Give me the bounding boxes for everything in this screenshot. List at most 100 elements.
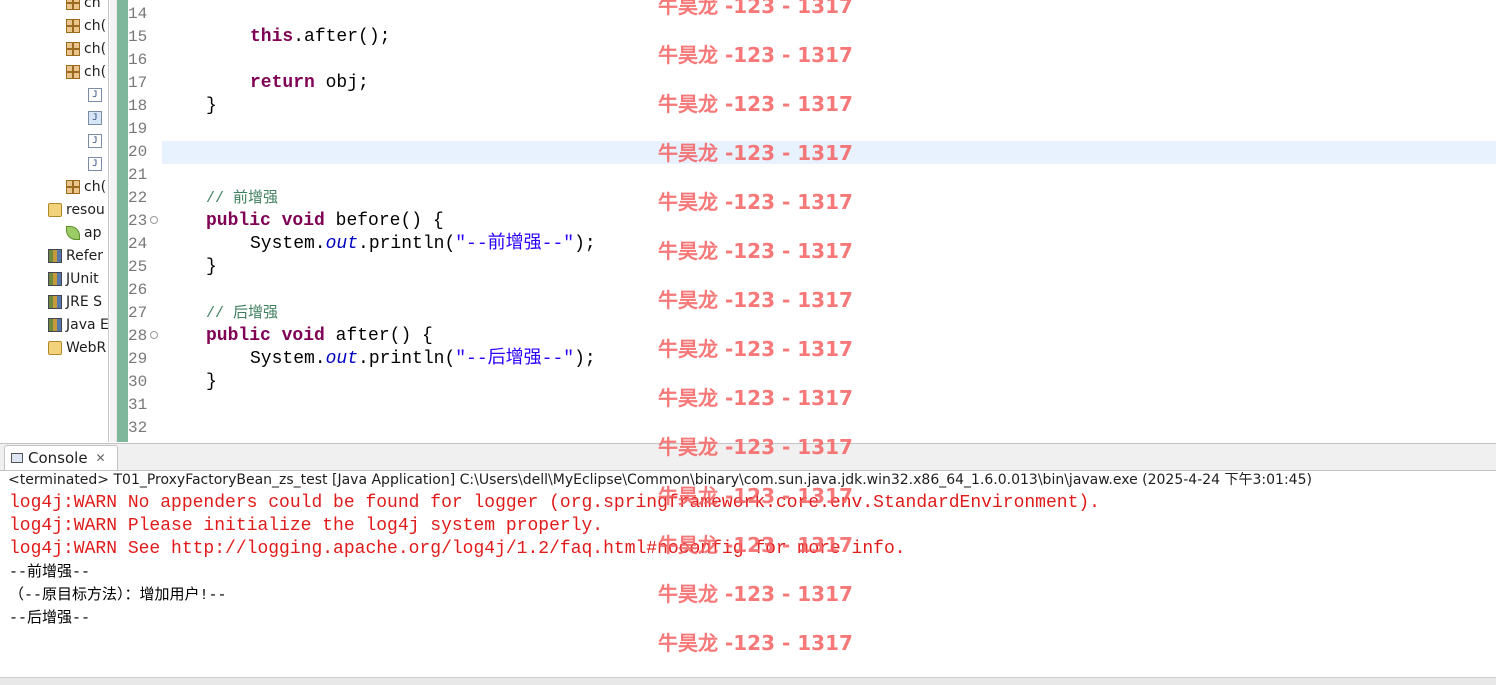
tree-item-java[interactable]: J [88,107,106,129]
line-number: 18 [128,97,148,115]
keyword: void [281,326,325,346]
line-number: 14 [128,5,148,23]
code-text-segment: .after(); [293,27,391,47]
tree-item-label: ch [84,0,101,11]
tree-item-package[interactable]: ch [66,0,101,14]
tree-item-library[interactable]: JUnit [48,268,99,290]
line-number: 16 [128,51,148,69]
watermark-text: 牛昊龙 -123 - 1317 [658,582,853,606]
line-number-gutter: 14 15 16 17 18 19 20 21 22 23 24 25 26 27 28 29 30 31 32 [128,0,162,442]
library-icon [48,249,62,263]
console-output-line: --后增强-- [9,610,91,627]
library-icon [48,295,62,309]
tree-item-library[interactable]: Refer [48,245,103,267]
package-icon [66,65,80,79]
tree-item-library[interactable]: Java E [48,314,109,336]
watermark-text: 牛昊龙 -123 - 1317 [658,239,853,263]
code-line-28: public void after() { [206,325,433,348]
folder-icon [48,203,62,217]
line-number: 27 [128,304,148,322]
code-text-segment: after() { [324,326,433,346]
code-text-segment: System. [250,234,326,254]
package-icon [66,0,80,10]
static-field: out [325,349,359,369]
tree-item-label: Java E [66,317,109,333]
tree-item-label: ap [84,225,102,241]
tree-item-label: ch( [84,18,107,34]
line-number: 22 [128,189,148,207]
line-number: 25 [128,258,148,276]
console-tab-label: Console [28,449,88,467]
tree-item-folder[interactable]: resou [48,199,105,221]
tree-item-package[interactable]: ch( [66,38,106,60]
code-line-22: // 前增强 [206,187,278,210]
tree-item-library[interactable]: JRE S [48,291,102,313]
watermark-text: 牛昊龙 -123 - 1317 [658,43,853,67]
java-file-icon: J [88,88,102,102]
line-number: 29 [128,350,148,368]
package-icon [66,19,80,33]
line-number: 21 [128,166,148,184]
watermark-text: 牛昊龙 -123 - 1317 [658,435,853,459]
package-icon [66,42,80,56]
tree-item-folder[interactable]: WebR [48,337,106,359]
code-line-25: } [206,257,217,277]
console-output-line: --前增强-- [9,564,91,581]
watermark-text: 牛昊龙 -123 - 1317 [658,0,853,18]
line-number: 24 [128,235,148,253]
code-text-segment: ); [574,234,596,254]
tree-item-label: ch( [84,179,107,195]
code-text-segment: .println( [358,349,456,369]
console-error-line: log4j:WARN Please initialize the log4j s… [9,516,604,536]
console-error-line: log4j:WARN No appenders could be found f… [9,493,1100,513]
string-literal: "--后增强--" [455,349,575,369]
code-line-18: } [206,96,217,116]
watermark-text: 牛昊龙 -123 - 1317 [658,337,853,361]
tree-item-java[interactable]: J [88,130,106,152]
comment: // 前增强 [206,190,279,207]
code-text-segment: System. [250,349,326,369]
code-line-30: } [206,372,217,392]
line-number: 28 [128,327,148,345]
console-output-line: （--原目标方法）：增加用户!-- [9,587,227,604]
tree-item-label: ch( [84,64,107,80]
watermark-text: 牛昊龙 -123 - 1317 [658,141,853,165]
static-field: out [325,234,359,254]
tree-item-label: WebR [66,340,107,356]
tree-item-package[interactable]: ch( [66,61,106,83]
code-line-27: // 后增强 [206,302,278,325]
tab-console[interactable]: Console ✕ [4,445,118,470]
line-number: 30 [128,373,148,391]
editor-change-bar [117,0,128,442]
tree-item-package[interactable]: ch( [66,15,106,37]
xml-file-icon [66,226,80,240]
tree-item-label: resou [66,202,105,218]
watermark-text: 牛昊龙 -123 - 1317 [658,386,853,410]
watermark-text: 牛昊龙 -123 - 1317 [658,288,853,312]
tree-item-java[interactable]: J [88,84,106,106]
code-line-24: System.out.println("--前增强--"); [250,233,596,256]
line-number: 20 [128,143,148,161]
tree-item-leaf[interactable]: ap [66,222,101,244]
code-line-23: public void before() { [206,210,444,233]
watermark-text: 牛昊龙 -123 - 1317 [658,190,853,214]
keyword: public [206,211,271,231]
code-text-segment: ); [574,349,596,369]
close-icon[interactable]: ✕ [96,451,106,465]
line-number: 32 [128,419,148,437]
line-number: 26 [128,281,148,299]
java-file-icon: J [88,134,102,148]
java-file-icon: J [88,157,102,171]
code-line-29: System.out.println("--后增强--"); [250,348,596,371]
string-literal: "--前增强--" [455,234,575,254]
watermark-text: 牛昊龙 -123 - 1317 [658,92,853,116]
keyword: this [250,27,294,47]
code-text-segment: .println( [358,234,456,254]
tree-item-label: ch( [84,41,107,57]
tree-item-package[interactable]: ch( [66,176,106,198]
tree-item-java[interactable]: J [88,153,106,175]
comment: // 后增强 [206,305,279,322]
code-text-segment: obj; [314,73,369,93]
keyword: return [250,73,315,93]
folder-icon [48,341,62,355]
